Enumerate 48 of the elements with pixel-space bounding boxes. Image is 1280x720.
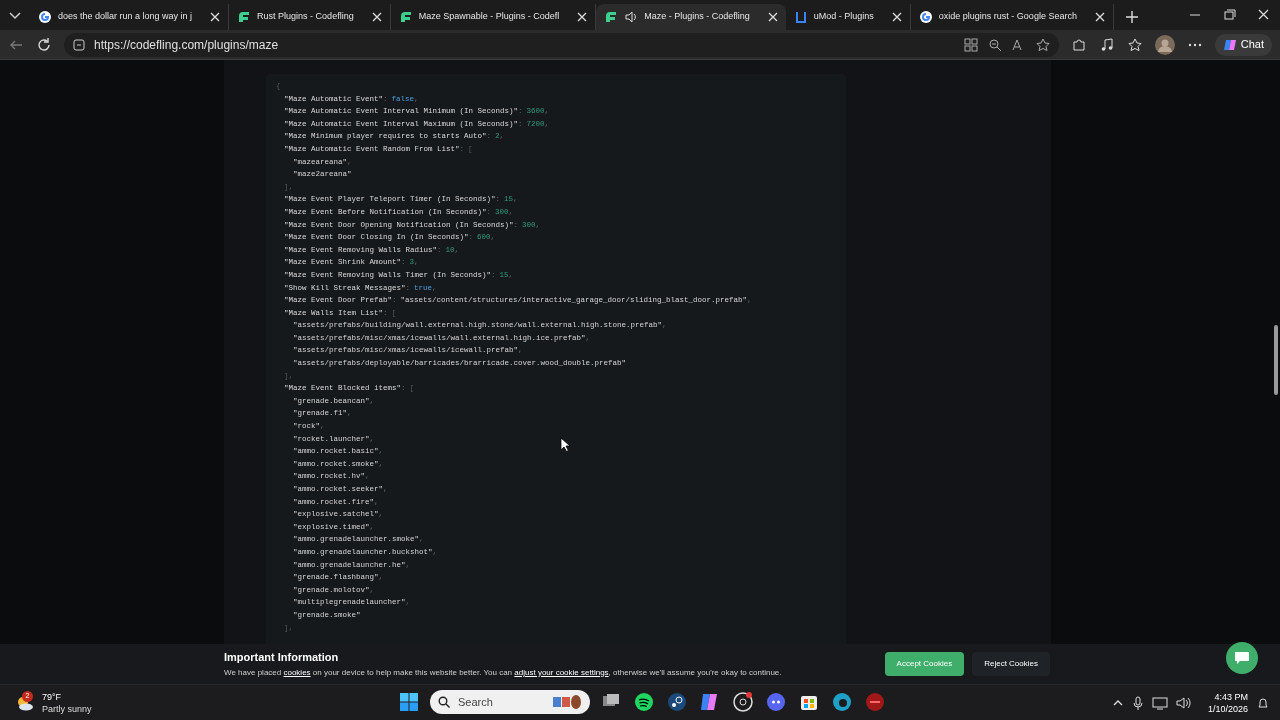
close-icon[interactable] xyxy=(371,12,382,22)
leaf-logo-icon xyxy=(237,10,252,24)
extension-icon[interactable] xyxy=(1070,36,1087,53)
close-icon[interactable] xyxy=(891,12,902,22)
volume-icon[interactable] xyxy=(1175,695,1192,710)
zoom-out-icon[interactable] xyxy=(986,36,1003,53)
edge-icon[interactable] xyxy=(830,690,854,714)
steam-icon[interactable] xyxy=(665,690,689,714)
close-icon[interactable] xyxy=(767,12,778,22)
leaf-logo-icon xyxy=(398,10,413,24)
grid-icon[interactable] xyxy=(962,36,979,53)
avatar-icon[interactable] xyxy=(1154,34,1175,55)
address-bar[interactable]: https://codefling.com/plugins/maze xyxy=(64,32,1059,57)
game-app-icon[interactable] xyxy=(863,690,887,714)
cookie-link[interactable]: adjust your cookie settings xyxy=(514,667,609,677)
cookie-link[interactable]: cookies xyxy=(283,667,311,677)
microphone-icon[interactable] xyxy=(1131,695,1144,710)
code-token: Partly sunny xyxy=(42,702,92,715)
network-icon[interactable] xyxy=(1151,695,1168,710)
google-g-icon xyxy=(38,10,52,24)
refresh-icon[interactable] xyxy=(36,36,52,53)
notification-bell-icon[interactable] xyxy=(1256,695,1270,710)
close-icon[interactable] xyxy=(1094,12,1105,22)
browser-tab[interactable]: Maze - Plugins - Codefling xyxy=(596,4,786,30)
copilot-icon xyxy=(1222,37,1237,52)
discord-icon[interactable] xyxy=(764,690,788,714)
chrome-icon[interactable] xyxy=(731,690,755,714)
clock[interactable]: 4:43 PM 1/10/2026 xyxy=(1207,690,1248,715)
star-icon[interactable] xyxy=(1034,36,1051,53)
cookie-message: We have placed cookies on your device to help make this website better. You can adjust your cookie settings, otherwise we'll assume you're okay to continue. xyxy=(224,666,782,679)
scrollbar-thumb[interactable] xyxy=(1274,325,1278,395)
code-token: 79°F xyxy=(42,690,63,703)
site-info-icon[interactable] xyxy=(72,37,86,52)
google-g-icon xyxy=(918,10,933,24)
code-token: Important Information xyxy=(224,650,340,666)
spotify-icon[interactable] xyxy=(632,690,656,714)
mouse-pointer-icon xyxy=(560,437,570,452)
windows-start-icon[interactable] xyxy=(397,690,421,714)
search-icon xyxy=(438,696,450,708)
speech-bubble-icon xyxy=(1234,651,1250,665)
leaf-logo-icon xyxy=(604,10,619,24)
reject-cookies-button[interactable]: Reject Cookies xyxy=(972,652,1050,676)
close-icon[interactable] xyxy=(577,12,588,22)
search-field[interactable]: Search xyxy=(430,690,590,714)
chat-button[interactable]: Chat xyxy=(1214,33,1272,56)
favorites-icon[interactable] xyxy=(1126,36,1143,53)
speaker-icon[interactable] xyxy=(624,10,639,24)
close-icon[interactable] xyxy=(210,12,221,22)
